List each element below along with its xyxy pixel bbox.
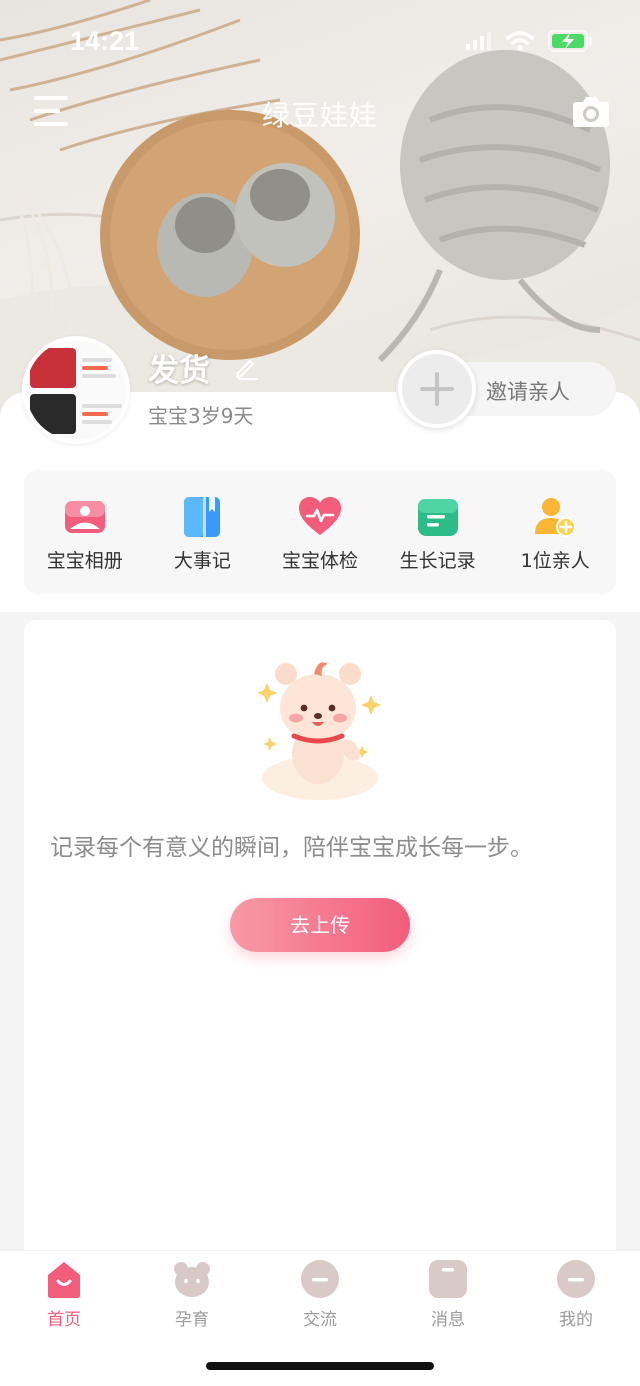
feature-label: 宝宝体检: [281, 550, 358, 572]
nav-bar: 绿豆娃娃: [0, 88, 640, 138]
plus-icon[interactable]: [398, 350, 476, 428]
page-title: 绿豆娃娃: [261, 99, 378, 132]
home-indicator[interactable]: [206, 1362, 434, 1370]
chat-icon: [301, 1260, 339, 1298]
profile-icon: [557, 1260, 595, 1298]
feature-growth[interactable]: 生长记录: [379, 470, 497, 573]
upload-button[interactable]: 去上传: [230, 898, 410, 952]
tab-profile[interactable]: 我的: [536, 1259, 616, 1330]
photo-album-icon: [64, 501, 105, 533]
notebook-icon: [184, 497, 221, 537]
feature-grid: 宝宝相册 大事记 宝宝体检 生长记录 1位亲人: [24, 470, 616, 594]
empty-state-message: 记录每个有意义的瞬间，陪伴宝宝成长每一步。: [50, 835, 533, 861]
feature-label: 生长记录: [399, 550, 476, 572]
tab-label: 交流: [303, 1310, 337, 1330]
status-bar: 14:21: [0, 0, 640, 88]
avatar[interactable]: [22, 336, 130, 444]
feature-label: 大事记: [173, 550, 231, 572]
tab-parenting[interactable]: 孕育: [152, 1259, 232, 1330]
feature-checkup[interactable]: 宝宝体检: [261, 470, 379, 573]
bear-mascot-illustration: [257, 662, 381, 800]
feature-album[interactable]: 宝宝相册: [26, 470, 144, 573]
message-icon: [429, 1260, 467, 1298]
feature-milestones[interactable]: 大事记: [144, 470, 262, 573]
cellular-signal-icon: [466, 32, 491, 50]
edit-name-icon[interactable]: [234, 354, 260, 380]
wifi-icon: [506, 31, 534, 51]
tab-label: 消息: [431, 1310, 465, 1330]
tab-home[interactable]: 首页: [24, 1259, 104, 1330]
tab-label: 首页: [47, 1310, 81, 1330]
bear-icon: [174, 1262, 210, 1297]
tab-label: 我的: [559, 1310, 593, 1330]
status-time: 14:21: [70, 26, 140, 56]
home-icon: [48, 1262, 80, 1298]
battery-charging-icon: [548, 30, 592, 52]
add-relative-icon: [535, 498, 577, 537]
invite-relative-label[interactable]: 邀请亲人: [486, 376, 570, 406]
empty-state-card: 记录每个有意义的瞬间，陪伴宝宝成长每一步。 去上传: [24, 620, 616, 1260]
feature-label: 宝宝相册: [46, 550, 123, 572]
baby-name: 发货: [148, 353, 210, 389]
camera-icon[interactable]: [572, 94, 610, 128]
tab-community[interactable]: 交流: [280, 1259, 360, 1330]
tab-label: 孕育: [175, 1310, 209, 1330]
growth-record-icon: [417, 499, 458, 536]
feature-label: 1位亲人: [520, 550, 590, 572]
baby-age: 宝宝3岁9天: [148, 404, 254, 428]
tab-messages[interactable]: 消息: [408, 1259, 488, 1330]
feature-relatives[interactable]: 1位亲人: [496, 470, 614, 573]
heart-checkup-icon: [298, 497, 341, 535]
